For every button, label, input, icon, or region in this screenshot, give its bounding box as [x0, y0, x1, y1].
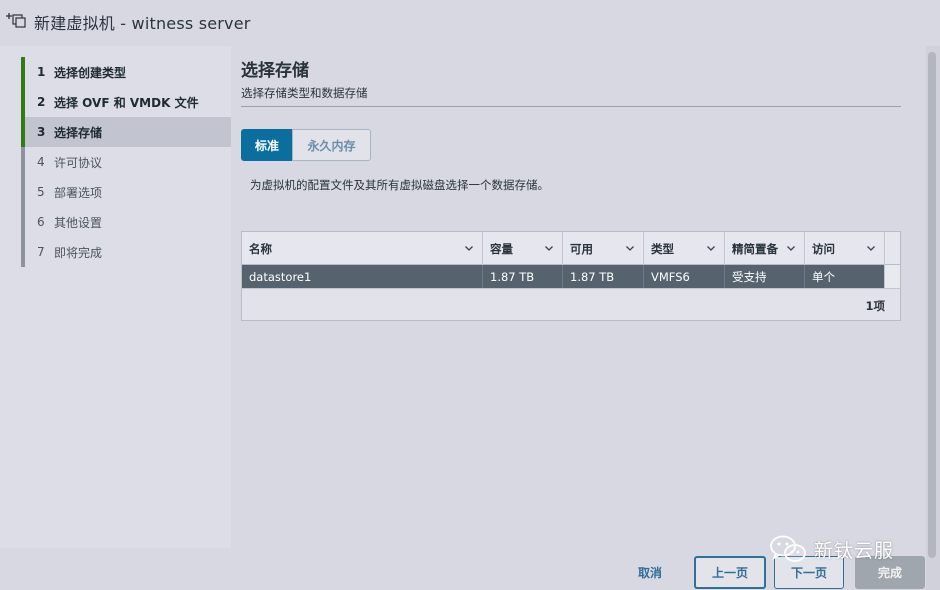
- item-count: 1项: [865, 299, 885, 313]
- wizard-step-select-ovf-vmdk[interactable]: 2 选择 OVF 和 VMDK 文件: [21, 87, 231, 117]
- title-divider: [241, 106, 901, 107]
- table-row[interactable]: datastore1 1.87 TB 1.87 TB VMFS6 受支持 单个: [242, 265, 884, 288]
- page-title: 选择存储: [241, 61, 309, 81]
- storage-description: 为虚拟机的配置文件及其所有虚拟磁盘选择一个数据存储。: [250, 178, 549, 192]
- step-number: 2: [37, 95, 46, 109]
- step-label: 选择 OVF 和 VMDK 文件: [54, 95, 199, 110]
- column-header-name[interactable]: 名称: [242, 232, 483, 265]
- cell-access: 单个: [812, 269, 835, 284]
- dialog-title: 新建虚拟机 - witness server: [34, 14, 251, 33]
- chevron-down-icon: [787, 246, 795, 251]
- page-subtitle: 选择存储类型和数据存储: [241, 86, 368, 100]
- chevron-down-icon: [465, 246, 473, 251]
- step-label: 部署选项: [54, 185, 103, 200]
- step-3-progress-bar: [21, 117, 25, 147]
- cell-thin-provisioning: 受支持: [725, 265, 805, 288]
- column-header-thin-provisioning[interactable]: 精简置备: [725, 232, 805, 265]
- column-header-access[interactable]: 访问: [805, 232, 885, 265]
- step-label: 选择创建类型: [54, 65, 127, 80]
- chevron-down-icon: [707, 246, 715, 251]
- cell-capacity: 1.87 TB: [483, 265, 563, 288]
- step-number: 7: [37, 245, 45, 259]
- wizard-step-license[interactable]: 4 许可协议: [21, 147, 231, 177]
- step-label: 许可协议: [54, 155, 103, 170]
- column-header-free[interactable]: 可用: [563, 232, 644, 265]
- wizard-step-other-settings[interactable]: 6 其他设置: [21, 207, 231, 237]
- step-number: 6: [37, 215, 45, 229]
- tab-persistent-memory[interactable]: 永久内存: [292, 129, 371, 161]
- scrollbar-thumb[interactable]: [928, 52, 936, 558]
- wizard-step-deployment-options[interactable]: 5 部署选项: [21, 177, 231, 207]
- grid-scrollbar[interactable]: [884, 265, 900, 288]
- watermark-text: 新钛云服: [814, 539, 895, 562]
- tab-standard[interactable]: 标准: [241, 129, 293, 161]
- cell-free: 1.87 TB: [563, 265, 644, 288]
- chevron-down-icon: [626, 246, 634, 251]
- content-scrollbar[interactable]: [926, 46, 940, 590]
- step-label: 选择存储: [54, 125, 103, 140]
- wechat-icon: [770, 535, 806, 562]
- grid-footer: 1项: [242, 288, 900, 320]
- wizard-step-select-creation-type[interactable]: 1 选择创建类型: [21, 57, 231, 87]
- column-header-label: 容量: [490, 241, 513, 256]
- step-label: 即将完成: [54, 245, 103, 260]
- column-header-type[interactable]: 类型: [644, 232, 725, 265]
- cell-type: VMFS6: [644, 265, 725, 288]
- step-number: 3: [37, 125, 46, 139]
- chevron-down-icon: [545, 246, 553, 251]
- datastore-grid: 名称 容量 可用 类型 精简置备 访问 datastore1 1.87 TB 1…: [241, 231, 901, 321]
- chevron-down-icon: [867, 246, 875, 251]
- watermark: 新钛云服: [768, 534, 894, 564]
- cancel-button[interactable]: 取消: [620, 556, 680, 589]
- column-header-label: 类型: [651, 241, 674, 256]
- wizard-step-ready-to-complete[interactable]: 7 即将完成: [21, 237, 231, 267]
- step-label: 其他设置: [54, 215, 103, 230]
- column-header-label: 名称: [249, 241, 272, 256]
- back-button[interactable]: 上一页: [694, 556, 766, 589]
- step-number: 4: [37, 155, 45, 169]
- column-header-capacity[interactable]: 容量: [483, 232, 563, 265]
- wizard-step-select-storage[interactable]: 3 选择存储: [21, 117, 231, 147]
- dialog-titlebar: 新建虚拟机 - witness server: [0, 0, 940, 44]
- step-number: 1: [37, 65, 46, 79]
- grid-header: 名称 容量 可用 类型 精简置备 访问: [242, 232, 900, 265]
- column-header-label: 访问: [812, 241, 835, 256]
- cell-name: datastore1: [242, 265, 483, 288]
- new-vm-icon: [5, 11, 27, 29]
- step-number: 5: [37, 185, 45, 199]
- column-header-label: 可用: [570, 241, 593, 256]
- column-header-label: 精简置备: [732, 241, 778, 256]
